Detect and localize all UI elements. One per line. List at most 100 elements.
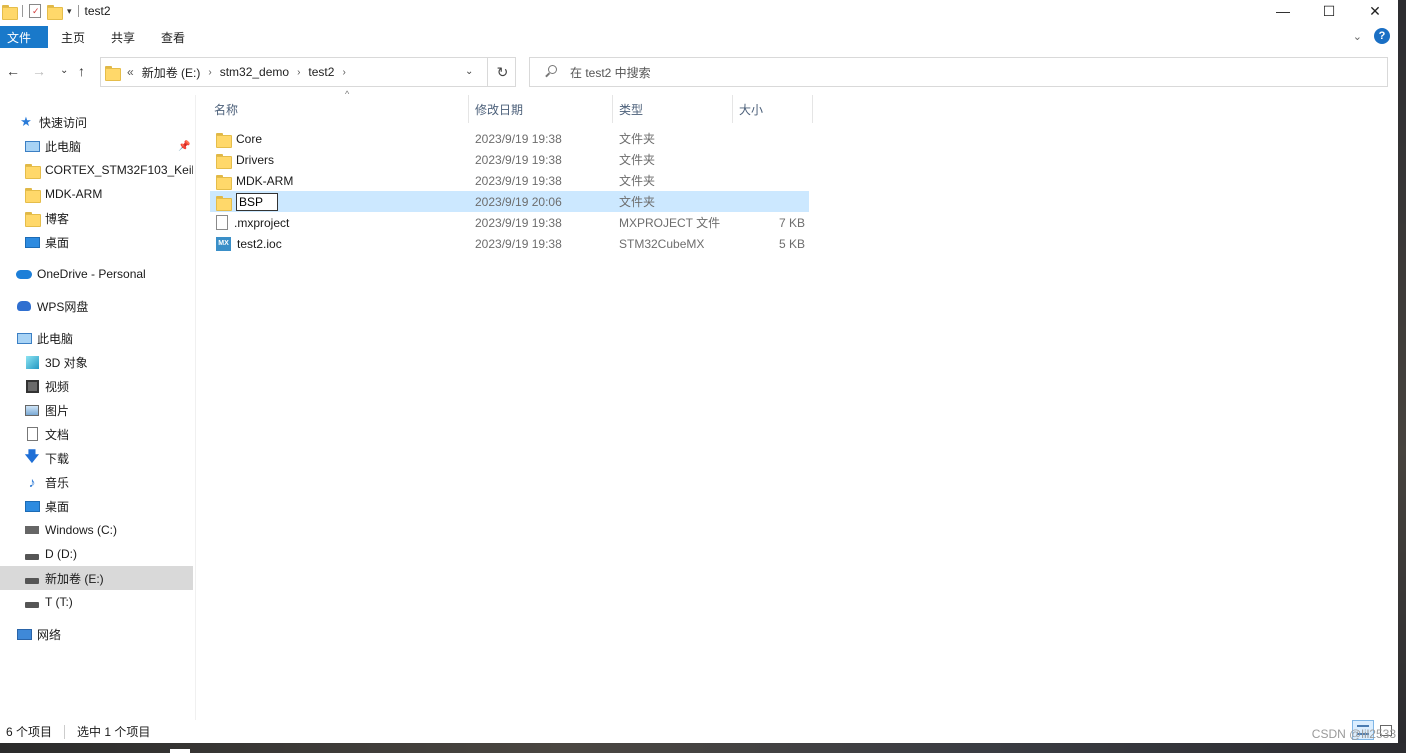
- item-count: 6 个项目: [6, 725, 53, 739]
- breadcrumb-drive[interactable]: 新加卷 (E:): [142, 64, 201, 81]
- sidebar-item-3d-objects[interactable]: 3D 对象: [0, 350, 193, 374]
- sidebar-item-drive-d[interactable]: D (D:): [0, 542, 193, 566]
- file-icon: [216, 215, 228, 230]
- search-icon: [544, 65, 558, 79]
- breadcrumb-separator[interactable]: ›: [208, 67, 211, 78]
- tab-share[interactable]: 共享: [98, 26, 148, 48]
- table-row[interactable]: MDK-ARM 2023/9/19 19:38 文件夹: [210, 170, 809, 191]
- column-divider[interactable]: [812, 95, 813, 123]
- folder-icon: [216, 195, 232, 211]
- sidebar-item-videos[interactable]: 视频: [0, 374, 193, 398]
- folder-icon: [216, 132, 232, 148]
- file-name: .mxproject: [234, 215, 290, 230]
- title-bar: ✓ ▾ test2 — ☐ ✕: [0, 0, 1398, 22]
- sidebar-item-desktop[interactable]: 桌面: [0, 494, 193, 518]
- sidebar-item-label: Windows (C:): [45, 523, 118, 537]
- tab-file[interactable]: 文件: [0, 26, 48, 48]
- minimize-button[interactable]: —: [1260, 0, 1306, 22]
- breadcrumb-separator[interactable]: ›: [297, 67, 300, 78]
- refresh-button[interactable]: ↻: [487, 58, 517, 86]
- column-header-size[interactable]: 大小: [733, 95, 812, 123]
- customize-dropdown-icon[interactable]: ▾: [67, 6, 72, 17]
- wps-cloud-icon: [16, 298, 32, 314]
- breadcrumb-stm32-demo[interactable]: stm32_demo: [220, 65, 289, 79]
- windows-drive-icon: [24, 522, 40, 538]
- help-icon[interactable]: ?: [1374, 28, 1390, 44]
- search-box[interactable]: 在 test2 中搜索: [529, 57, 1388, 87]
- sidebar-item-music[interactable]: ♪ 音乐: [0, 470, 193, 494]
- explorer-window: ✓ ▾ test2 — ☐ ✕ 文件 主页 共享 查看 ⌄ ? ← → ⌄ ↑ …: [0, 0, 1398, 743]
- sidebar-item-this-pc[interactable]: 此电脑: [0, 326, 193, 350]
- file-date: 2023/9/19 19:38: [475, 236, 562, 251]
- sidebar-item-cortex-stm32f103-keil[interactable]: CORTEX_STM32F103_Keil: [0, 158, 193, 182]
- table-row[interactable]: Core 2023/9/19 19:38 文件夹: [210, 128, 809, 149]
- navigation-pane: ★ 快速访问 此电脑 📌 CORTEX_STM32F103_Keil MDK-A…: [0, 108, 195, 720]
- desktop-background-edge: [0, 743, 1406, 753]
- sidebar-item-quick-access[interactable]: ★ 快速访问: [0, 110, 193, 134]
- file-type: MXPROJECT 文件: [619, 216, 721, 230]
- new-folder-icon[interactable]: [47, 4, 63, 20]
- tab-home[interactable]: 主页: [48, 26, 98, 48]
- sidebar-item-wps-cloud[interactable]: WPS网盘: [0, 294, 193, 318]
- file-size: [739, 191, 805, 212]
- sidebar-item-drive-t[interactable]: T (T:): [0, 590, 193, 614]
- sidebar-item-this-pc-pinned[interactable]: 此电脑 📌: [0, 134, 193, 158]
- close-button[interactable]: ✕: [1352, 0, 1398, 22]
- properties-icon[interactable]: ✓: [29, 4, 41, 18]
- sidebar-item-label: 文档: [45, 427, 70, 442]
- sidebar-item-label: 桌面: [45, 499, 70, 514]
- file-type: 文件夹: [619, 174, 656, 188]
- sidebar-item-label: 图片: [45, 403, 70, 418]
- folder-icon: [24, 210, 41, 227]
- recent-locations-button[interactable]: ⌄: [60, 65, 68, 76]
- toolbar-divider: [22, 5, 23, 17]
- music-icon: ♪: [28, 474, 36, 490]
- file-type: 文件夹: [619, 132, 656, 146]
- sidebar-item-network[interactable]: 网络: [0, 622, 193, 646]
- rename-input[interactable]: [236, 192, 278, 211]
- status-divider: [64, 724, 66, 739]
- sidebar-item-label: 桌面: [45, 235, 70, 250]
- file-size: 7 KB: [778, 215, 805, 230]
- table-row-selected[interactable]: 2023/9/19 20:06 文件夹: [210, 191, 809, 212]
- pc-icon: [16, 330, 32, 346]
- address-dropdown-button[interactable]: ⌄: [465, 66, 473, 77]
- search-input[interactable]: 在 test2 中搜索: [570, 64, 651, 81]
- column-header-name[interactable]: 名称: [208, 95, 468, 123]
- tab-view[interactable]: 查看: [148, 26, 198, 48]
- breadcrumb-test2[interactable]: test2: [308, 65, 334, 79]
- table-row[interactable]: .mxproject 2023/9/19 19:38 MXPROJECT 文件 …: [210, 212, 809, 233]
- file-date: 2023/9/19 19:38: [475, 173, 562, 188]
- column-header-type[interactable]: 类型: [613, 95, 732, 123]
- desktop-icon: [24, 234, 40, 250]
- download-icon: 🡇: [24, 448, 40, 464]
- back-button[interactable]: ←: [6, 63, 20, 79]
- sidebar-item-mdk-arm[interactable]: MDK-ARM: [0, 182, 193, 206]
- file-date: 2023/9/19 19:38: [475, 131, 562, 146]
- ribbon-expand-chevron-icon[interactable]: ⌄: [1353, 30, 1362, 43]
- sidebar-item-desktop-quick[interactable]: 桌面: [0, 230, 193, 254]
- sidebar-item-downloads[interactable]: 🡇 下载: [0, 446, 193, 470]
- table-row[interactable]: Drivers 2023/9/19 19:38 文件夹: [210, 149, 809, 170]
- table-row[interactable]: MX test2.ioc 2023/9/19 19:38 STM32CubeMX …: [210, 233, 809, 254]
- breadcrumb-separator[interactable]: ›: [342, 67, 345, 78]
- sidebar-item-pictures[interactable]: 图片: [0, 398, 193, 422]
- sidebar-item-documents[interactable]: 文档: [0, 422, 193, 446]
- address-overflow[interactable]: «: [127, 65, 134, 79]
- sidebar-item-drive-e[interactable]: 新加卷 (E:): [0, 566, 193, 590]
- forward-button[interactable]: →: [32, 63, 46, 79]
- sidebar-item-blog[interactable]: 博客: [0, 206, 193, 230]
- up-button[interactable]: ↑: [78, 63, 85, 79]
- folder-icon: [24, 162, 41, 179]
- column-header-date[interactable]: 修改日期: [469, 95, 612, 123]
- file-size: [739, 128, 805, 149]
- sidebar-item-drive-c[interactable]: Windows (C:): [0, 518, 193, 542]
- maximize-button[interactable]: ☐: [1306, 0, 1352, 22]
- selected-count: 选中 1 个项目: [77, 725, 151, 739]
- ribbon-right-controls: ⌄ ?: [1353, 28, 1390, 44]
- address-bar[interactable]: « 新加卷 (E:) › stm32_demo › test2 › ⌄ ↻: [100, 57, 516, 87]
- sidebar-item-label: T (T:): [45, 595, 73, 609]
- sidebar-item-label: 3D 对象: [45, 355, 88, 370]
- file-type: 文件夹: [619, 153, 656, 167]
- sidebar-item-onedrive[interactable]: OneDrive - Personal: [0, 262, 193, 286]
